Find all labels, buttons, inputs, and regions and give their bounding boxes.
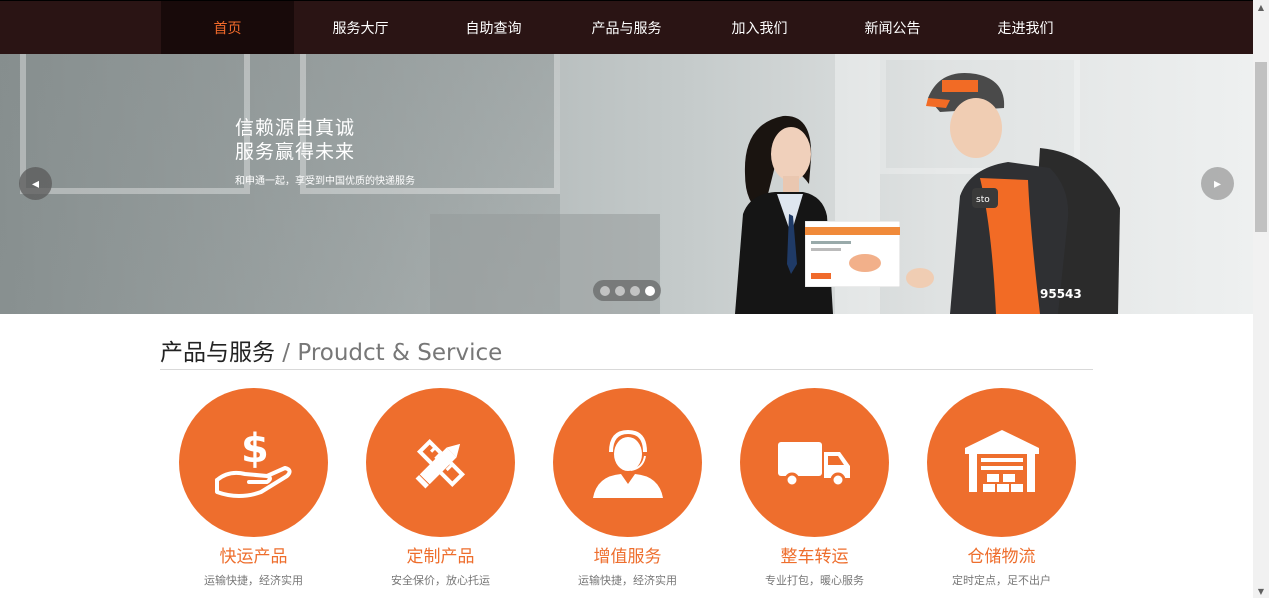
nav-item-service-hall[interactable]: 服务大厅 — [294, 1, 427, 55]
top-nav-bar: 首页 服务大厅 自助查询 产品与服务 加入我们 新闻公告 走进我们 — [0, 0, 1253, 55]
nav-item-join-us[interactable]: 加入我们 — [693, 1, 826, 55]
product-name[interactable]: 定制产品 — [366, 542, 515, 567]
product-card-custom[interactable]: 定制产品 安全保价，放心托运 — [366, 388, 553, 587]
banner-next-button[interactable]: ▸ — [1201, 167, 1234, 200]
product-circle[interactable] — [366, 388, 515, 537]
banner-title-line-2: 服务赢得未来 — [235, 141, 356, 163]
chevron-left-icon: ◂ — [31, 175, 40, 192]
scroll-up-arrow-icon[interactable]: ▲ — [1253, 0, 1269, 14]
product-circle[interactable] — [740, 388, 889, 537]
backpack-phone-text: 95543 — [1040, 287, 1082, 301]
carousel-dot[interactable] — [629, 285, 640, 296]
truck-icon — [777, 441, 850, 487]
nav-item-products[interactable]: 产品与服务 — [560, 1, 693, 55]
section-title-cn: 产品与服务 — [160, 340, 275, 366]
product-name[interactable]: 仓储物流 — [927, 542, 1076, 567]
page-scrollbar[interactable]: ▲ ▼ — [1253, 0, 1269, 598]
sto-badge-text: sto — [976, 195, 990, 205]
product-card-express[interactable]: $ 快运产品 运输快捷，经济实用 — [179, 388, 366, 587]
product-name[interactable]: 整车转运 — [740, 542, 889, 567]
scroll-down-arrow-icon[interactable]: ▼ — [1253, 584, 1269, 598]
pencil-ruler-icon — [415, 438, 465, 488]
product-card-warehouse[interactable]: 仓储物流 定时定点，足不出户 — [927, 388, 1114, 587]
chevron-right-icon: ▸ — [1213, 175, 1222, 192]
section-title: 产品与服务 / Proudct & Service — [160, 333, 1093, 370]
nav-item-about[interactable]: 走进我们 — [959, 1, 1092, 55]
carousel-dot[interactable] — [614, 285, 625, 296]
carousel-dot-active[interactable] — [644, 285, 655, 296]
banner-background-window — [20, 54, 250, 194]
section-title-en: / Proudct & Service — [275, 340, 503, 366]
carousel-dot[interactable] — [599, 285, 610, 296]
nav-item-news[interactable]: 新闻公告 — [826, 1, 959, 55]
product-list: $ 快运产品 运输快捷，经济实用 定制产品 安全保价，放心托运 增值服务 运输快… — [179, 388, 1114, 587]
nav-item-self-query[interactable]: 自助查询 — [427, 1, 560, 55]
product-circle[interactable] — [927, 388, 1076, 537]
carousel-indicator — [593, 280, 661, 301]
support-agent-icon — [592, 429, 663, 498]
banner-title-line-1: 信赖源自真诚 — [235, 117, 356, 139]
main-nav: 首页 服务大厅 自助查询 产品与服务 加入我们 新闻公告 走进我们 — [161, 1, 1092, 55]
svg-text:$: $ — [241, 426, 269, 472]
banner-title: 信赖源自真诚 服务赢得未来 — [235, 116, 355, 164]
product-circle[interactable]: $ — [179, 388, 328, 537]
product-card-value-added[interactable]: 增值服务 运输快捷，经济实用 — [553, 388, 740, 587]
scrollbar-thumb[interactable] — [1255, 62, 1267, 232]
warehouse-icon — [964, 429, 1039, 492]
product-circle[interactable] — [553, 388, 702, 537]
courier-illustration: sto 95543 — [906, 73, 1120, 314]
product-desc: 运输快捷，经济实用 — [578, 574, 677, 587]
banner-subtitle: 和申通一起，享受到中国优质的快递服务 — [235, 176, 415, 187]
nav-item-home[interactable]: 首页 — [161, 1, 294, 55]
product-card-full-truck[interactable]: 整车转运 专业打包，暖心服务 — [740, 388, 927, 587]
money-hand-icon: $ — [214, 426, 292, 498]
hero-banner: sto 95543 信赖源自真诚 服务赢得未来 和申通一起，享受到中国优质的快递… — [0, 54, 1253, 314]
product-desc: 安全保价，放心托运 — [391, 574, 490, 587]
product-name[interactable]: 增值服务 — [553, 542, 702, 567]
product-desc: 专业打包，暖心服务 — [765, 574, 864, 587]
product-desc: 运输快捷，经济实用 — [204, 574, 303, 587]
product-name[interactable]: 快运产品 — [179, 542, 328, 567]
banner-prev-button[interactable]: ◂ — [19, 167, 52, 200]
product-desc: 定时定点，足不出户 — [952, 574, 1051, 587]
